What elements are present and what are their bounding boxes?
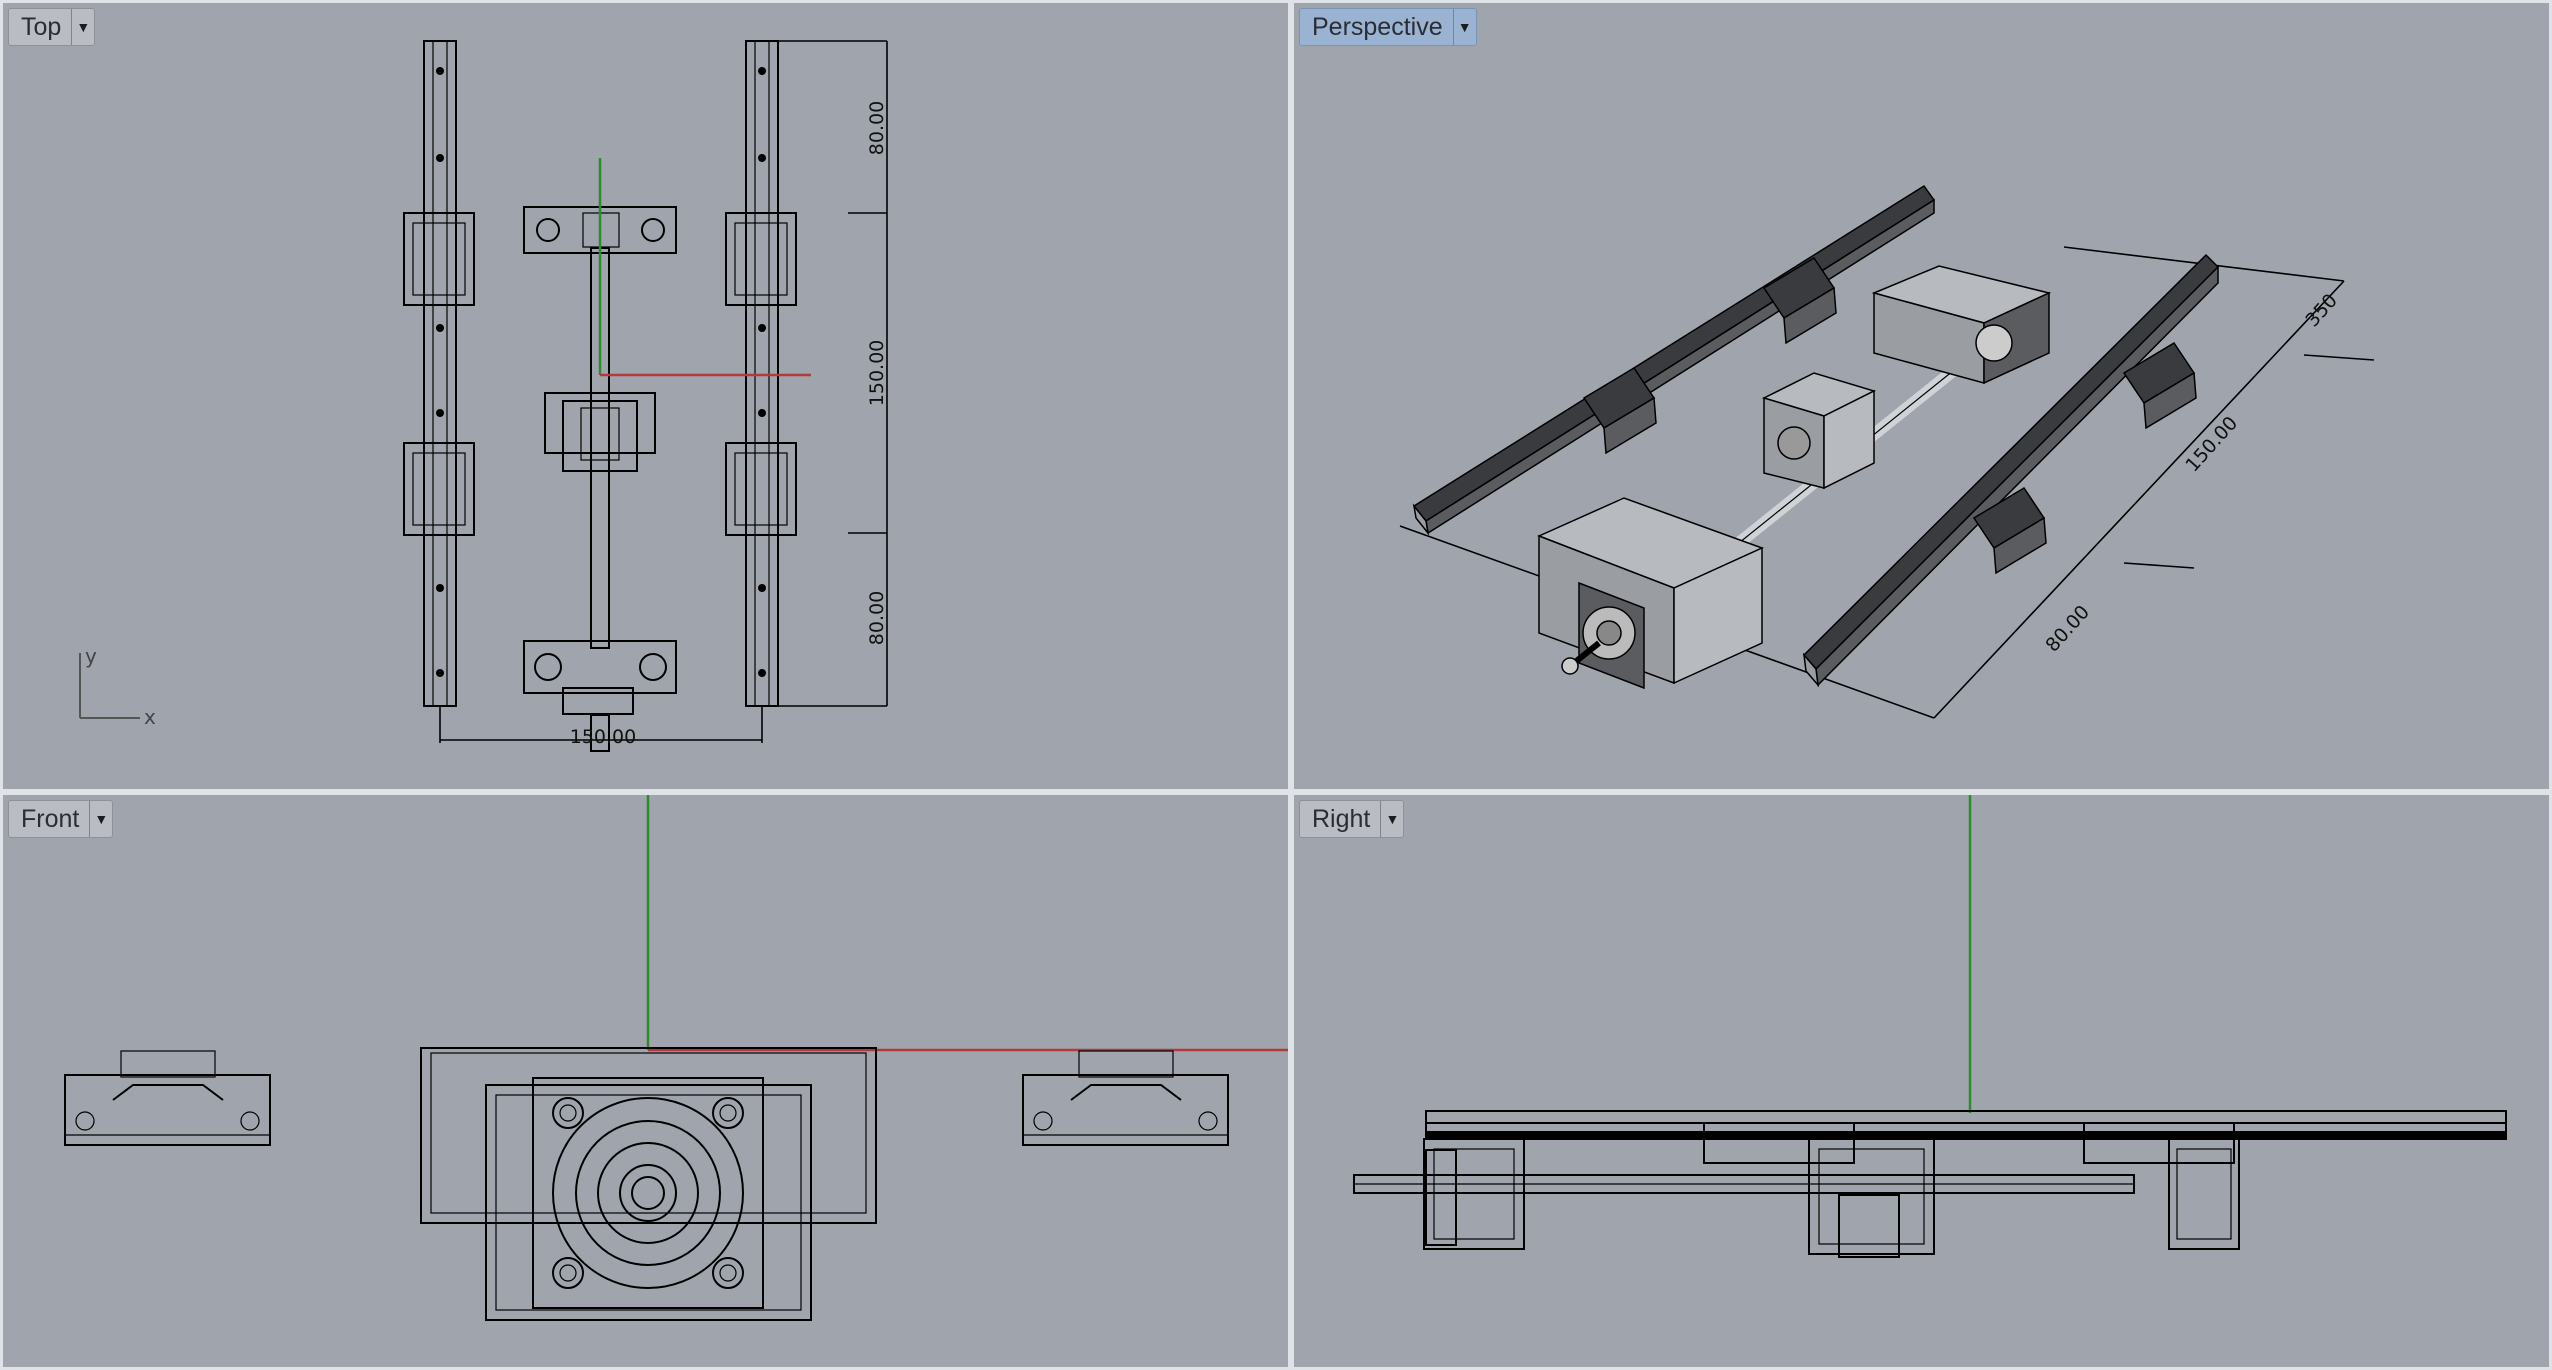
left-rail <box>403 40 475 707</box>
support-block-side-right <box>2168 1138 2240 1250</box>
viewport-front[interactable]: Front ▼ <box>3 795 1288 1367</box>
dropdown-caret-icon[interactable]: ▼ <box>71 9 94 45</box>
top-view-drawing[interactable]: 80.00 150.00 80.00 150.00 y x <box>3 3 1288 789</box>
dimension-label: 80.00 <box>866 101 888 155</box>
viewport-title-label[interactable]: Right <box>1300 801 1380 837</box>
nut-block-3d <box>1761 372 1877 490</box>
support-block-far-3d <box>1871 265 2052 385</box>
left-carriage-front <box>64 1050 271 1146</box>
left-rail-3d <box>1412 184 1936 536</box>
right-rail <box>725 40 797 707</box>
carriage-side <box>1703 1122 1855 1164</box>
dimension-label: 80.00 <box>866 591 888 645</box>
rail-side <box>1425 1110 2507 1140</box>
dropdown-caret-icon[interactable]: ▼ <box>1452 9 1476 45</box>
support-block-near-3d <box>1537 497 1764 690</box>
support-block-front <box>420 1047 877 1321</box>
viewport-perspective[interactable]: Perspective ▼ 350 150.00 80.00 <box>1294 3 2549 789</box>
viewport-top[interactable]: Top ▼ 80.00 150.00 80.00 150.00 y x <box>3 3 1288 789</box>
perspective-view-drawing[interactable]: 350 150.00 80.00 <box>1294 3 2549 789</box>
dimension-label: 150.00 <box>570 726 636 748</box>
right-carriage-front <box>1022 1050 1229 1146</box>
viewport-title-right[interactable]: Right ▼ <box>1299 800 1405 838</box>
viewport-title-label[interactable]: Front <box>9 801 89 837</box>
viewport-title-label[interactable]: Perspective <box>1300 9 1453 45</box>
viewport-title-perspective[interactable]: Perspective ▼ <box>1299 8 1477 46</box>
nut-block-side <box>1808 1138 1935 1258</box>
carriage-side <box>2083 1122 2235 1164</box>
viewport-title-front[interactable]: Front ▼ <box>8 800 114 838</box>
viewport-title-label[interactable]: Top <box>9 9 71 45</box>
dropdown-caret-icon[interactable]: ▼ <box>1380 801 1403 837</box>
viewport-right[interactable]: Right ▼ <box>1294 795 2549 1367</box>
dropdown-caret-icon[interactable]: ▼ <box>89 801 112 837</box>
dimension-label: 150.00 <box>866 340 888 406</box>
right-view-drawing[interactable] <box>1294 795 2549 1367</box>
dimension-label: 350 <box>2301 290 2342 332</box>
rhino-four-viewport-layout: Top ▼ 80.00 150.00 80.00 150.00 y x Pers… <box>0 0 2552 1370</box>
axis-label-x: x <box>144 705 156 729</box>
front-view-drawing[interactable] <box>3 795 1288 1367</box>
screw-shaft-side <box>1353 1174 2135 1194</box>
dimension-label: 80.00 <box>2041 601 2094 656</box>
viewport-title-top[interactable]: Top ▼ <box>8 8 96 46</box>
axis-label-y: y <box>85 644 97 668</box>
